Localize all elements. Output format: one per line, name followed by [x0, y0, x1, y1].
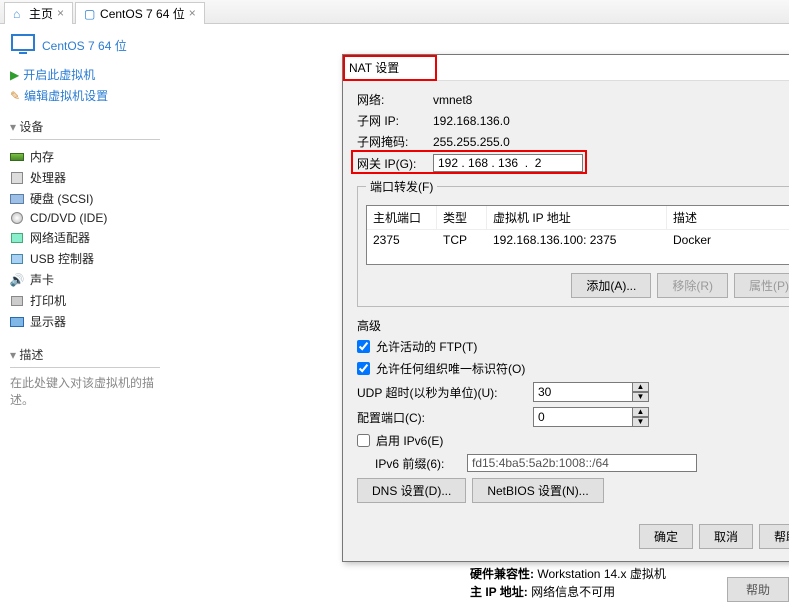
- cancel-button[interactable]: 取消: [699, 524, 753, 549]
- col-vm-ip: 虚拟机 IP 地址: [487, 206, 667, 229]
- network-label: 网络:: [357, 91, 433, 108]
- dialog-title: NAT 设置: [349, 59, 399, 76]
- port-forward-legend: 端口转发(F): [366, 178, 437, 195]
- properties-button[interactable]: 属性(P): [734, 273, 789, 298]
- subnet-ip-value: 192.168.136.0: [433, 114, 510, 128]
- cd-icon: [11, 212, 23, 224]
- display-icon: [10, 317, 24, 327]
- advanced-label: 高级: [357, 317, 789, 334]
- spin-up-icon[interactable]: ▲: [633, 382, 649, 392]
- allow-oui-checkbox[interactable]: [357, 362, 370, 375]
- tab-bar: ⌂ 主页 × ▢ CentOS 7 64 位 ×: [0, 0, 789, 24]
- vm-title: CentOS 7 64 位: [10, 32, 160, 58]
- port-forward-table[interactable]: 主机端口 类型 虚拟机 IP 地址 描述 2375 TCP 192.168.13…: [366, 205, 789, 265]
- udp-timeout-input[interactable]: [533, 382, 633, 402]
- ipv6-prefix-input: [467, 454, 697, 472]
- edit-vm-link[interactable]: ✎ 编辑虚拟机设置: [10, 87, 160, 104]
- network-icon: [11, 233, 23, 243]
- wrench-icon: ✎: [10, 89, 20, 103]
- nat-dialog: NAT 设置 ✕ 网络:vmnet8 子网 IP:192.168.136.0 子…: [342, 54, 789, 562]
- close-icon[interactable]: ×: [189, 6, 196, 20]
- netbios-settings-button[interactable]: NetBIOS 设置(N)...: [472, 478, 603, 503]
- dns-settings-button[interactable]: DNS 设置(D)...: [357, 478, 466, 503]
- col-host-port: 主机端口: [367, 206, 437, 229]
- spin-up-icon[interactable]: ▲: [633, 407, 649, 417]
- gateway-label: 网关 IP(G):: [357, 155, 433, 172]
- network-value: vmnet8: [433, 93, 472, 107]
- usb-icon: [11, 254, 23, 264]
- vm-icon: ▢: [84, 7, 96, 19]
- printer-icon: [11, 296, 23, 306]
- compat-label: 硬件兼容性:: [470, 567, 534, 581]
- dialog-titlebar: NAT 设置 ✕: [343, 55, 789, 81]
- vm-title-text: CentOS 7 64 位: [42, 37, 127, 54]
- udp-timeout-label: UDP 超时(以秒为单位)(U):: [357, 384, 527, 401]
- gateway-input[interactable]: [433, 154, 583, 172]
- device-printer[interactable]: 打印机: [10, 290, 160, 311]
- monitor-icon: [10, 32, 36, 58]
- help-button[interactable]: 帮助: [759, 524, 789, 549]
- start-vm-link[interactable]: ▶ 开启此虚拟机: [10, 66, 160, 83]
- subnet-ip-label: 子网 IP:: [357, 112, 433, 129]
- device-cd[interactable]: CD/DVD (IDE): [10, 209, 160, 227]
- tab-home-label: 主页: [29, 5, 53, 22]
- ipv6-prefix-label: IPv6 前缀(6):: [375, 455, 461, 472]
- config-port-label: 配置端口(C):: [357, 409, 527, 426]
- description-heading: ▾ 描述: [10, 346, 160, 363]
- device-cpu[interactable]: 处理器: [10, 167, 160, 188]
- device-network[interactable]: 网络适配器: [10, 227, 160, 248]
- port-forward-group: 端口转发(F) 主机端口 类型 虚拟机 IP 地址 描述 2375 TCP 19…: [357, 178, 789, 307]
- primary-ip-label: 主 IP 地址:: [470, 585, 528, 599]
- sound-icon: 🔊: [10, 273, 24, 287]
- allow-oui-label: 允许任何组织唯一标识符(O): [376, 360, 525, 377]
- device-usb[interactable]: USB 控制器: [10, 248, 160, 269]
- allow-ftp-label: 允许活动的 FTP(T): [376, 338, 477, 355]
- spin-down-icon[interactable]: ▼: [633, 392, 649, 402]
- play-icon: ▶: [10, 68, 19, 82]
- mask-label: 子网掩码:: [357, 133, 433, 150]
- ok-button[interactable]: 确定: [639, 524, 693, 549]
- device-sound[interactable]: 🔊声卡: [10, 269, 160, 290]
- allow-ftp-checkbox[interactable]: [357, 340, 370, 353]
- tab-vm[interactable]: ▢ CentOS 7 64 位 ×: [75, 2, 205, 24]
- cpu-icon: [11, 172, 23, 184]
- compat-value: Workstation 14.x 虚拟机: [537, 567, 666, 581]
- col-desc: 描述: [667, 206, 789, 229]
- memory-icon: [10, 153, 24, 161]
- home-icon: ⌂: [13, 7, 25, 19]
- tab-home[interactable]: ⌂ 主页 ×: [4, 2, 73, 24]
- edit-vm-label: 编辑虚拟机设置: [24, 87, 108, 104]
- col-type: 类型: [437, 206, 487, 229]
- device-list: 内存 处理器 硬盘 (SCSI) CD/DVD (IDE) 网络适配器 USB …: [10, 146, 160, 332]
- table-row[interactable]: 2375 TCP 192.168.136.100: 2375 Docker: [367, 230, 789, 250]
- disk-icon: [10, 194, 24, 204]
- device-display[interactable]: 显示器: [10, 311, 160, 332]
- add-button[interactable]: 添加(A)...: [571, 273, 651, 298]
- config-port-input[interactable]: [533, 407, 633, 427]
- mask-value: 255.255.255.0: [433, 135, 510, 149]
- close-icon[interactable]: ×: [57, 6, 64, 20]
- main-area: 址 8.65.0 8.136.0 重命名网络(A)... 动设置(U)... A…: [170, 24, 789, 602]
- tab-vm-label: CentOS 7 64 位: [100, 5, 185, 22]
- remove-button[interactable]: 移除(R): [657, 273, 728, 298]
- enable-ipv6-label: 启用 IPv6(E): [376, 432, 443, 449]
- primary-ip-value: 网络信息不可用: [531, 585, 615, 599]
- description-placeholder[interactable]: 在此处键入对该虚拟机的描述。: [10, 374, 160, 408]
- start-vm-label: 开启此虚拟机: [23, 66, 95, 83]
- device-disk[interactable]: 硬盘 (SCSI): [10, 188, 160, 209]
- device-memory[interactable]: 内存: [10, 146, 160, 167]
- spin-down-icon[interactable]: ▼: [633, 417, 649, 427]
- sidebar: CentOS 7 64 位 ▶ 开启此虚拟机 ✎ 编辑虚拟机设置 ▾ 设备 内存…: [0, 24, 170, 602]
- enable-ipv6-checkbox[interactable]: [357, 434, 370, 447]
- devices-heading: ▾ 设备: [10, 118, 160, 135]
